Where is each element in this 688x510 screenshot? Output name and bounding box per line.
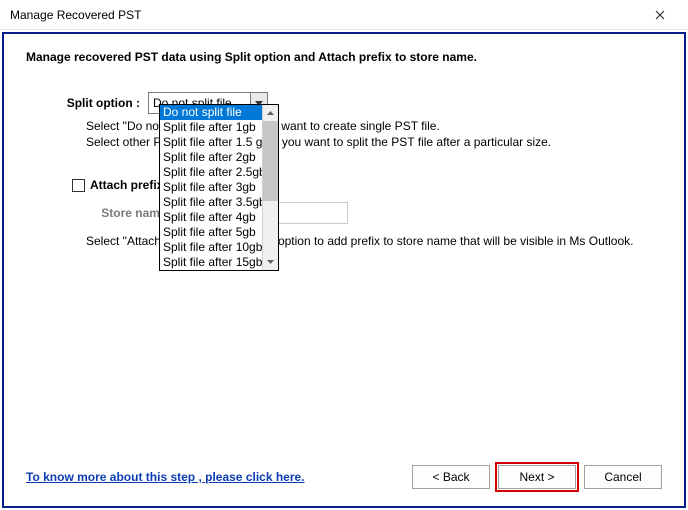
attach-block: Attach prefix to store name Store name p… [26,178,662,248]
next-button[interactable]: Next > [498,465,576,489]
split-option-row: Split option : Do not split file [26,92,662,114]
dialog-window: Manage Recovered PST Manage recovered PS… [0,0,688,510]
dropdown-option[interactable]: Split file after 2.5gb [160,165,262,180]
page-heading: Manage recovered PST data using Split op… [26,50,662,64]
scroll-track[interactable] [263,201,278,254]
dropdown-list: Do not split file Split file after 1gb S… [160,105,262,270]
help-link[interactable]: To know more about this step , please cl… [26,470,305,484]
dropdown-option[interactable]: Split file after 10gb [160,240,262,255]
chevron-down-icon [267,260,274,264]
dropdown-option[interactable]: Split file after 4gb [160,210,262,225]
dropdown-option[interactable]: Split file after 3gb [160,180,262,195]
scroll-thumb[interactable] [263,121,278,201]
dropdown-option[interactable]: Split file after 2gb [160,150,262,165]
button-bar: < Back Next > Cancel [412,465,662,489]
dropdown-option[interactable]: Split file after 5gb [160,225,262,240]
content-frame: Manage recovered PST data using Split op… [2,32,686,508]
dropdown-option[interactable]: Split file after 1gb [160,120,262,135]
scroll-up-button[interactable] [263,105,278,121]
scroll-down-button[interactable] [263,254,278,270]
dropdown-option[interactable]: Do not split file [160,105,262,120]
chevron-up-icon [267,111,274,115]
footer: To know more about this step , please cl… [26,460,662,494]
dropdown-option[interactable]: Split file after 3.5gb [160,195,262,210]
split-option-dropdown[interactable]: Do not split file Split file after 1gb S… [159,104,279,271]
close-icon [655,10,665,20]
cancel-button[interactable]: Cancel [584,465,662,489]
close-button[interactable] [640,1,680,29]
dropdown-option[interactable]: Split file after 1.5 gb [160,135,262,150]
dropdown-option[interactable]: Split file after 15gb [160,255,262,270]
split-option-label: Split option : [26,96,148,110]
titlebar: Manage Recovered PST [0,0,688,30]
attach-prefix-checkbox[interactable] [72,179,85,192]
window-title: Manage Recovered PST [10,8,640,22]
back-button[interactable]: < Back [412,465,490,489]
dropdown-scrollbar[interactable] [262,105,278,270]
